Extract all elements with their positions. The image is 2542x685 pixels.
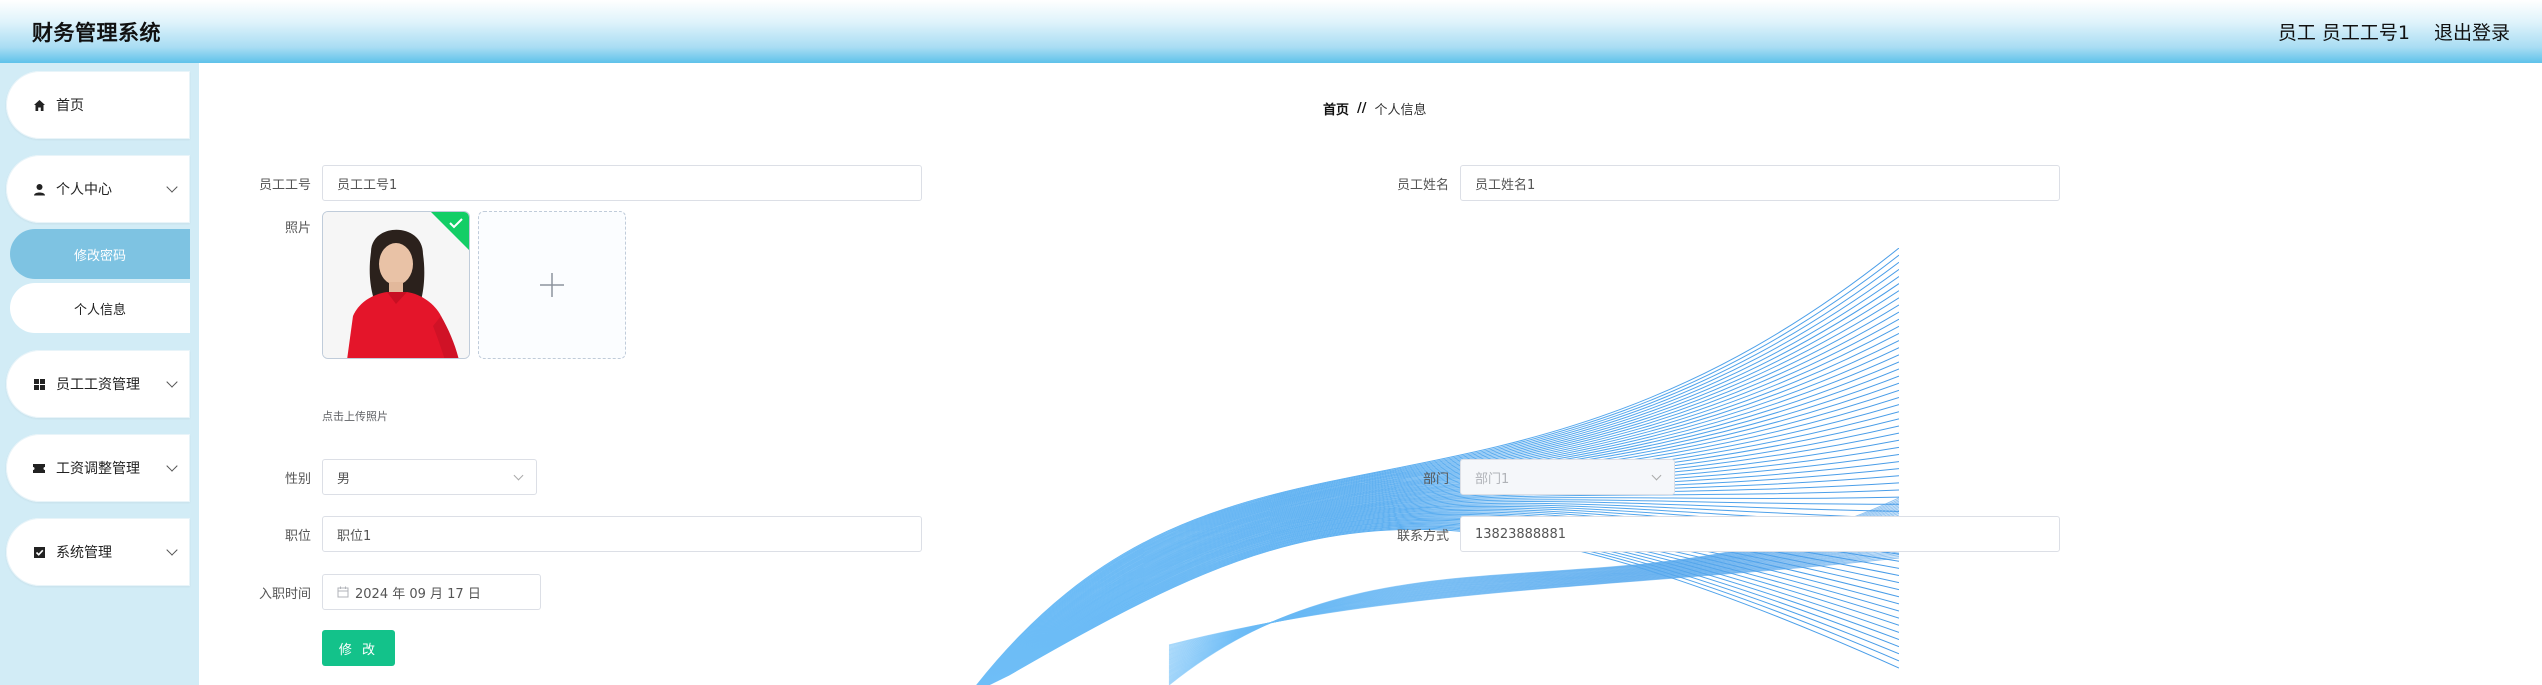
- sidebar-item-label: 系统管理: [56, 545, 112, 561]
- submit-button[interactable]: 修 改: [322, 630, 395, 666]
- emp-no-label: 员工工号: [258, 178, 311, 193]
- chevron-down-icon: [513, 470, 524, 481]
- position-value: 职位1: [337, 528, 372, 544]
- hire-date-picker[interactable]: 2024 年 09 月 17 日: [322, 574, 541, 610]
- hire-date-label: 入职时间: [258, 587, 311, 602]
- home-icon: [32, 98, 46, 112]
- breadcrumb-current: 个人信息: [1374, 103, 1427, 118]
- dept-value: 部门1: [1475, 471, 1510, 487]
- sidebar-item-label: 员工工资管理: [56, 377, 140, 393]
- app-title: 财务管理系统: [32, 20, 161, 45]
- emp-name-value: 员工姓名1: [1475, 177, 1536, 193]
- chevron-up-icon: [166, 181, 178, 193]
- emp-no-value: 员工工号1: [337, 177, 398, 193]
- contact-field[interactable]: 13823888881: [1460, 516, 2060, 552]
- emp-no-field[interactable]: 员工工号1: [322, 165, 922, 201]
- grid-icon: [32, 377, 46, 391]
- plus-icon: [540, 273, 564, 297]
- wave-line: [1168, 546, 1899, 653]
- sidebar: 首页 个人中心 修改密码 个人信息 员工工资管理 工资调整管理 系统管理: [0, 63, 199, 685]
- wave-line: [1168, 557, 1899, 646]
- upload-photo-button[interactable]: [478, 211, 626, 359]
- wave-line: [1168, 545, 1899, 654]
- gender-label: 性别: [284, 472, 311, 487]
- sidebar-item-home[interactable]: 首页: [6, 71, 190, 139]
- chevron-down-icon: [1651, 470, 1662, 481]
- position-label: 职位: [284, 529, 311, 544]
- gender-select[interactable]: 男: [322, 459, 537, 495]
- wave-line: [982, 340, 1899, 685]
- wave-background-graphic: [976, 248, 1899, 685]
- sidebar-item-system-management[interactable]: 系统管理: [6, 518, 190, 586]
- user-icon: [32, 182, 46, 196]
- wave-line: [1168, 548, 1899, 652]
- sidebar-item-label: 个人中心: [56, 182, 112, 198]
- breadcrumb: 首页 // 个人信息: [1323, 99, 1427, 118]
- contact-value: 13823888881: [1475, 526, 1566, 542]
- chevron-down-icon: [166, 376, 178, 388]
- chevron-down-icon: [166, 460, 178, 472]
- ticket-icon: [32, 461, 46, 475]
- uploaded-photo[interactable]: [322, 211, 470, 359]
- sidebar-subitem-label: 修改密码: [73, 248, 126, 264]
- sidebar-item-salary-adjustment[interactable]: 工资调整管理: [6, 434, 190, 502]
- emp-name-label: 员工姓名: [1396, 178, 1449, 193]
- calendar-icon: [337, 586, 349, 598]
- breadcrumb-home-link[interactable]: 首页: [1323, 99, 1349, 118]
- breadcrumb-separator: //: [1357, 101, 1367, 116]
- sidebar-item-label: 首页: [56, 98, 84, 114]
- logout-button[interactable]: 退出登录: [2434, 18, 2510, 45]
- top-header: 财务管理系统 员工 员工工号1 退出登录: [0, 0, 2542, 63]
- sidebar-item-label: 工资调整管理: [56, 461, 140, 477]
- current-user-label: 员工 员工工号1: [2277, 22, 2410, 44]
- dept-label: 部门: [1422, 472, 1449, 487]
- sidebar-subitem-personal-info[interactable]: 个人信息: [10, 283, 190, 333]
- user-area: 员工 员工工号1 退出登录: [2278, 18, 2510, 45]
- contact-label: 联系方式: [1396, 529, 1449, 544]
- photo-label: 照片: [284, 221, 311, 236]
- dept-select: 部门1: [1460, 459, 1675, 495]
- position-field[interactable]: 职位1: [322, 516, 922, 552]
- sidebar-item-salary-management[interactable]: 员工工资管理: [6, 350, 190, 418]
- sidebar-subitem-label: 个人信息: [73, 302, 126, 318]
- hire-date-value: 2024 年 09 月 17 日: [355, 586, 481, 602]
- chevron-down-icon: [166, 544, 178, 556]
- portrait-photo-image: [323, 212, 469, 358]
- upload-hint: 点击上传照片: [322, 410, 388, 423]
- emp-name-field[interactable]: 员工姓名1: [1460, 165, 2060, 201]
- sidebar-subitem-change-password[interactable]: 修改密码: [10, 229, 190, 279]
- gender-value: 男: [337, 471, 351, 487]
- main-content: 首页 // 个人信息 员工工号 员工工号1 员工姓名 员工姓名1 照片 点击上传…: [199, 63, 2542, 685]
- sidebar-item-personal-center[interactable]: 个人中心: [6, 155, 190, 223]
- checkbox-icon: [32, 545, 46, 559]
